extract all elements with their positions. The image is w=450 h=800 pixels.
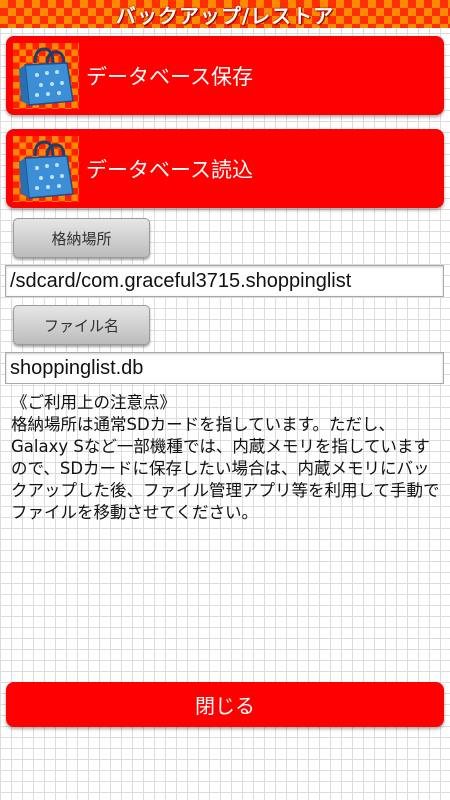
notes-heading: 《ご利用上の注意点》 xyxy=(11,393,176,412)
shopping-bag-icon xyxy=(13,135,79,202)
load-database-button[interactable]: データベース読込 xyxy=(6,129,444,208)
close-button[interactable]: 閉じる xyxy=(6,682,444,727)
title-bar: バックアップ/レストア xyxy=(0,0,450,28)
notes-body: 格納場所は通常SDカードを指しています。ただし、Galaxy Sなど一部機種では… xyxy=(11,415,440,522)
page-title: バックアップ/レストア xyxy=(115,3,335,28)
file-name-button[interactable]: ファイル名 xyxy=(13,305,150,345)
storage-location-button[interactable]: 格納場所 xyxy=(13,218,150,258)
storage-path-field[interactable]: /sdcard/com.graceful3715.shoppinglist xyxy=(5,265,444,297)
shopping-bag-icon xyxy=(13,42,79,109)
save-database-label: データベース保存 xyxy=(86,64,253,89)
usage-notes: 《ご利用上の注意点》 格納場所は通常SDカードを指しています。ただし、Galax… xyxy=(11,392,445,524)
save-database-button[interactable]: データベース保存 xyxy=(6,36,444,115)
file-name-field[interactable]: shoppinglist.db xyxy=(5,352,444,384)
load-database-label: データベース読込 xyxy=(86,157,253,182)
